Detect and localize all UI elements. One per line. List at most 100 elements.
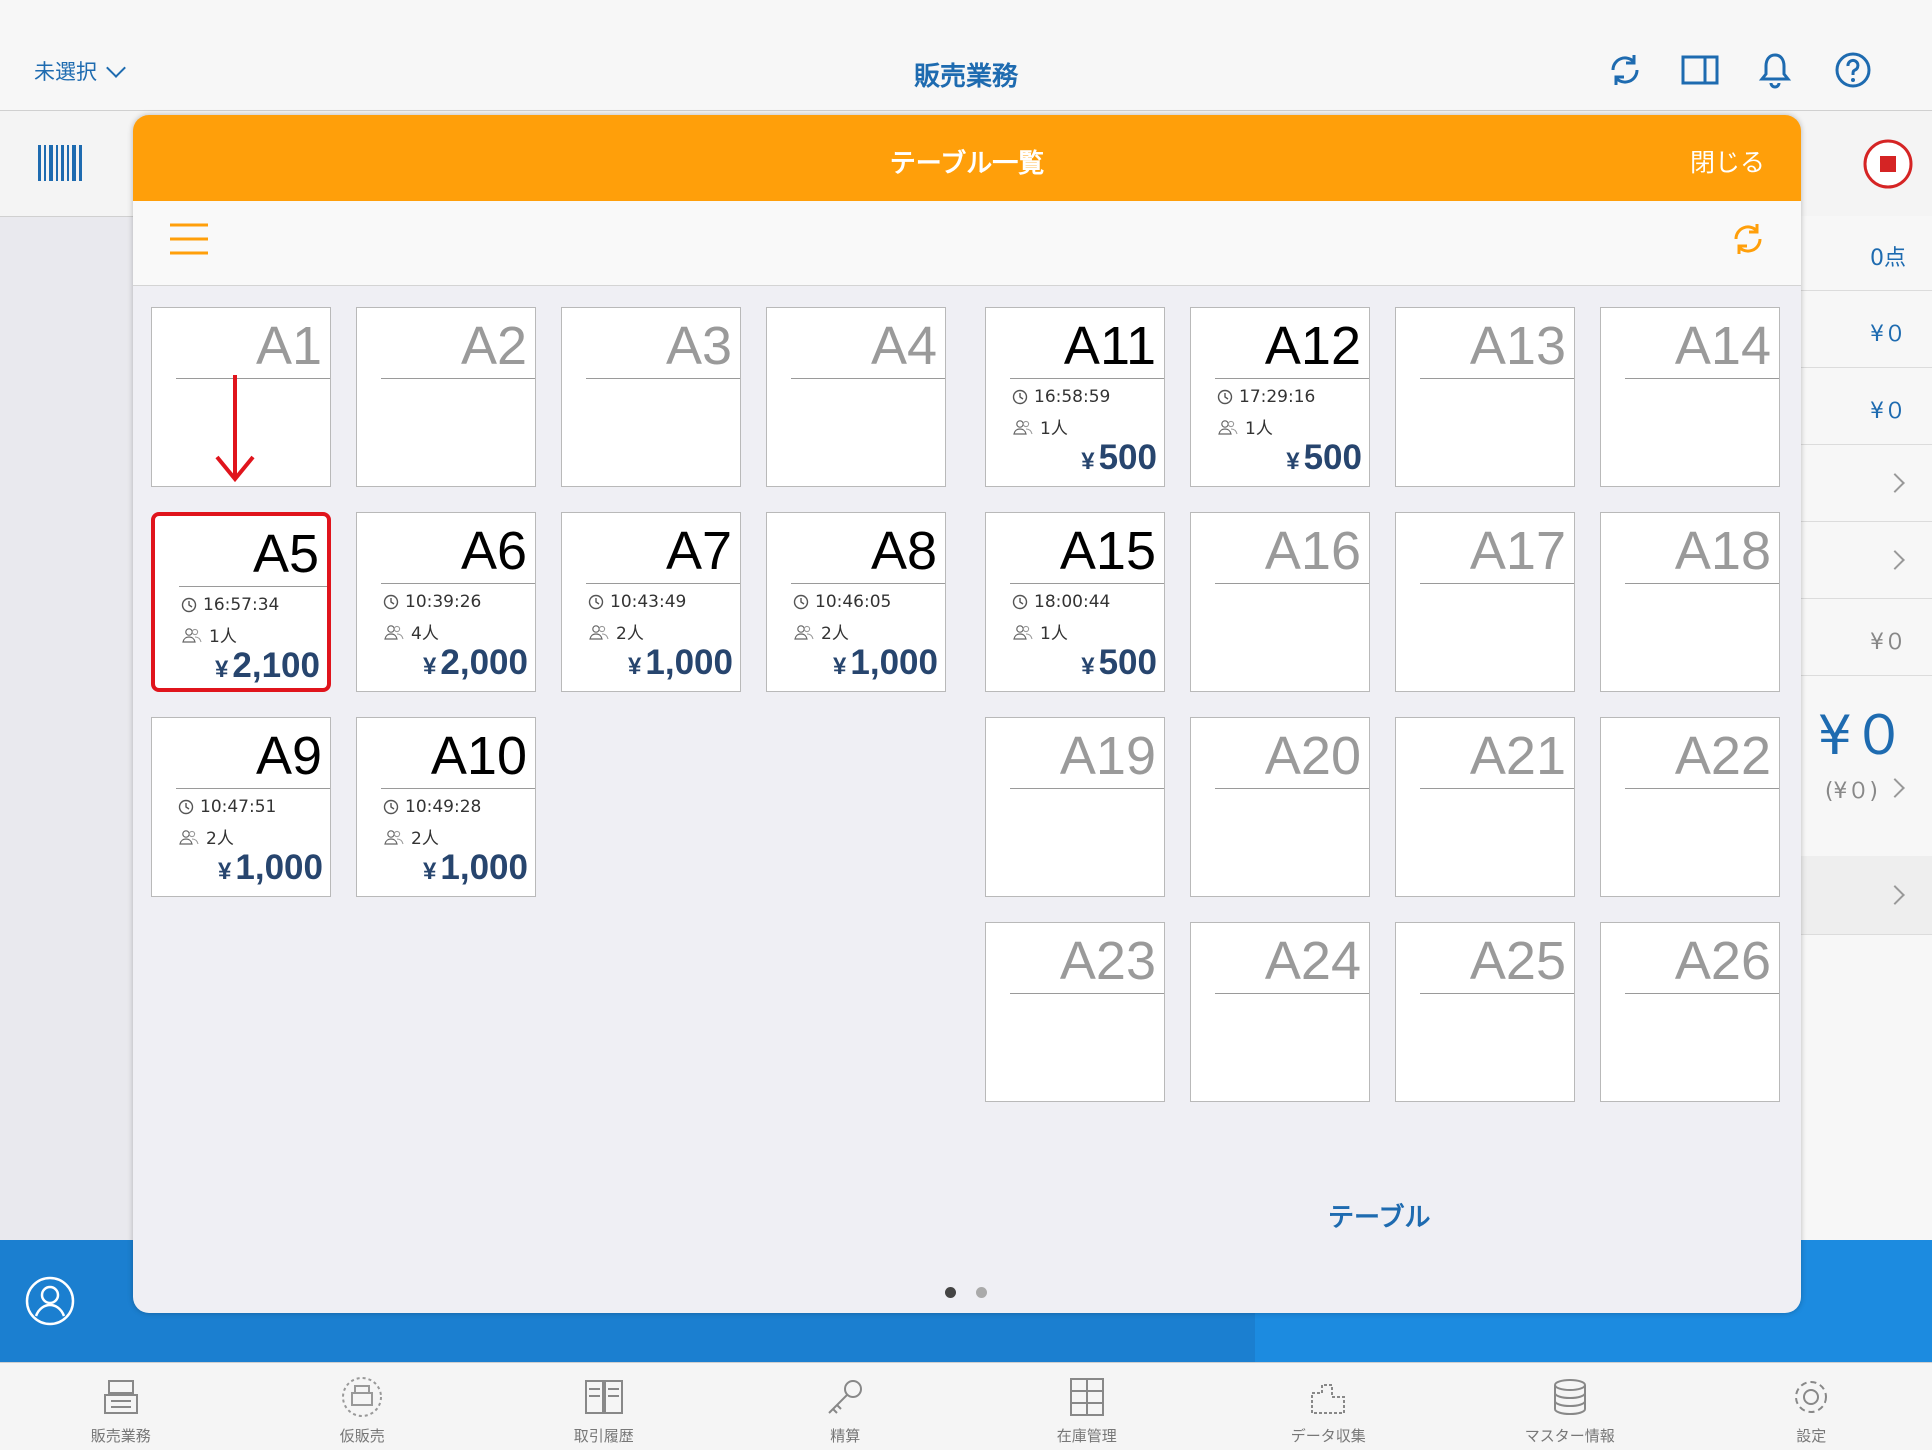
table-amount: ¥500: [1081, 643, 1157, 683]
nav-item-inventory[interactable]: 在庫管理: [966, 1363, 1208, 1450]
people-icon: [793, 624, 815, 640]
table-start-time: 10:49:28: [383, 797, 481, 817]
table-start-time: 16:57:34: [181, 595, 279, 615]
start-time-text: 10:46:05: [815, 592, 891, 612]
modal-toolbar: [133, 201, 1801, 286]
currency-symbol: ¥: [423, 858, 436, 885]
table-start-time: 18:00:44: [1012, 592, 1110, 612]
table-tile-a5[interactable]: A516:57:341人¥2,100: [151, 512, 331, 692]
stop-record-icon[interactable]: [1862, 138, 1914, 190]
table-name: A15: [1060, 523, 1156, 579]
sync-icon[interactable]: [1605, 50, 1645, 90]
table-tile-a24[interactable]: A24: [1190, 922, 1370, 1102]
currency-symbol: ¥: [423, 653, 436, 680]
start-time-text: 10:49:28: [405, 797, 481, 817]
table-tile-a15[interactable]: A1518:00:441人¥500: [985, 512, 1165, 692]
table-name: A6: [461, 523, 527, 579]
help-icon[interactable]: [1833, 50, 1873, 90]
nav-item-gear[interactable]: 設定: [1691, 1363, 1932, 1450]
table-tile-a20[interactable]: A20: [1190, 717, 1370, 897]
guest-count-text: 4人: [411, 619, 439, 644]
table-tile-a18[interactable]: A18: [1600, 512, 1780, 692]
data-collect-icon: [1304, 1373, 1352, 1419]
subtotal-row: ¥０: [1800, 598, 1932, 676]
table-tile-a10[interactable]: A1010:49:282人¥1,000: [356, 717, 536, 897]
table-name: A2: [461, 318, 527, 374]
chevron-right-icon: [1885, 473, 1905, 493]
divider: [791, 583, 945, 584]
refresh-icon[interactable]: [1728, 219, 1768, 259]
amount-text: 1,000: [645, 643, 733, 682]
nav-item-database[interactable]: マスター情報: [1449, 1363, 1691, 1450]
currency-symbol: ¥: [1081, 653, 1094, 680]
chevron-row[interactable]: [1800, 521, 1932, 599]
table-tile-a7[interactable]: A710:43:492人¥1,000: [561, 512, 741, 692]
divider: [1215, 378, 1369, 379]
divider: [1010, 378, 1164, 379]
table-tile-a13[interactable]: A13: [1395, 307, 1575, 487]
divider: [1420, 583, 1574, 584]
table-tile-a8[interactable]: A810:46:052人¥1,000: [766, 512, 946, 692]
table-tile-a26[interactable]: A26: [1600, 922, 1780, 1102]
key-icon: [821, 1373, 869, 1419]
table-guest-count: 2人: [178, 824, 234, 849]
chevron-row[interactable]: [1800, 856, 1932, 935]
page-dot-active[interactable]: [945, 1287, 956, 1298]
barcode-icon[interactable]: [38, 145, 84, 181]
nav-item-history-book[interactable]: 取引履歴: [483, 1363, 725, 1450]
page-dot[interactable]: [976, 1287, 987, 1298]
table-start-time: 10:47:51: [178, 797, 276, 817]
divider: [179, 586, 327, 587]
table-name: A21: [1470, 728, 1566, 784]
table-tile-a21[interactable]: A21: [1395, 717, 1575, 897]
table-tile-a4[interactable]: A4: [766, 307, 946, 487]
table-tile-a2[interactable]: A2: [356, 307, 536, 487]
table-tile-a22[interactable]: A22: [1600, 717, 1780, 897]
split-view-icon[interactable]: [1680, 50, 1720, 90]
nav-item-temp-sale[interactable]: 仮販売: [242, 1363, 484, 1450]
currency-symbol: ¥: [215, 656, 228, 683]
table-tile-a14[interactable]: A14: [1600, 307, 1780, 487]
currency-symbol: ¥: [1286, 448, 1299, 475]
divider: [381, 788, 535, 789]
amount-text: 2,100: [232, 646, 320, 685]
table-tile-a6[interactable]: A610:39:264人¥2,000: [356, 512, 536, 692]
people-icon: [383, 624, 405, 640]
nav-item-key[interactable]: 精算: [725, 1363, 967, 1450]
table-tile-a25[interactable]: A25: [1395, 922, 1575, 1102]
temp-sale-icon: [338, 1373, 386, 1419]
user-icon[interactable]: [24, 1275, 76, 1327]
chevron-row[interactable]: [1800, 444, 1932, 522]
table-amount: ¥2,100: [215, 646, 320, 686]
grand-total-value: ¥０: [1818, 691, 1906, 770]
table-name: A22: [1675, 728, 1771, 784]
total-row: ¥０: [1800, 367, 1932, 445]
nav-item-data-collect[interactable]: データ収集: [1208, 1363, 1450, 1450]
table-name: A4: [871, 318, 937, 374]
bell-icon[interactable]: [1755, 50, 1795, 90]
table-name: A7: [666, 523, 732, 579]
table-name: A18: [1675, 523, 1771, 579]
subtotal-value: ¥０: [1870, 624, 1906, 656]
nav-item-register[interactable]: 販売業務: [0, 1363, 242, 1450]
table-tile-a23[interactable]: A23: [985, 922, 1165, 1102]
clock-icon: [383, 594, 399, 610]
people-icon: [178, 829, 200, 845]
table-name: A12: [1265, 318, 1361, 374]
table-tile-a16[interactable]: A16: [1190, 512, 1370, 692]
table-tile-a19[interactable]: A19: [985, 717, 1165, 897]
table-name: A8: [871, 523, 937, 579]
chevron-right-icon[interactable]: [1885, 778, 1905, 798]
table-tile-a17[interactable]: A17: [1395, 512, 1575, 692]
table-tile-a9[interactable]: A910:47:512人¥1,000: [151, 717, 331, 897]
clock-icon: [793, 594, 809, 610]
table-name: A14: [1675, 318, 1771, 374]
table-tile-a3[interactable]: A3: [561, 307, 741, 487]
table-tile-a11[interactable]: A1116:58:591人¥500: [985, 307, 1165, 487]
grand-total-row: ¥０ (¥０): [1800, 675, 1932, 825]
close-button[interactable]: 閉じる: [1690, 143, 1765, 179]
history-book-icon: [580, 1373, 628, 1419]
table-tile-a12[interactable]: A1217:29:161人¥500: [1190, 307, 1370, 487]
menu-icon[interactable]: [169, 219, 209, 259]
divider: [1625, 583, 1779, 584]
